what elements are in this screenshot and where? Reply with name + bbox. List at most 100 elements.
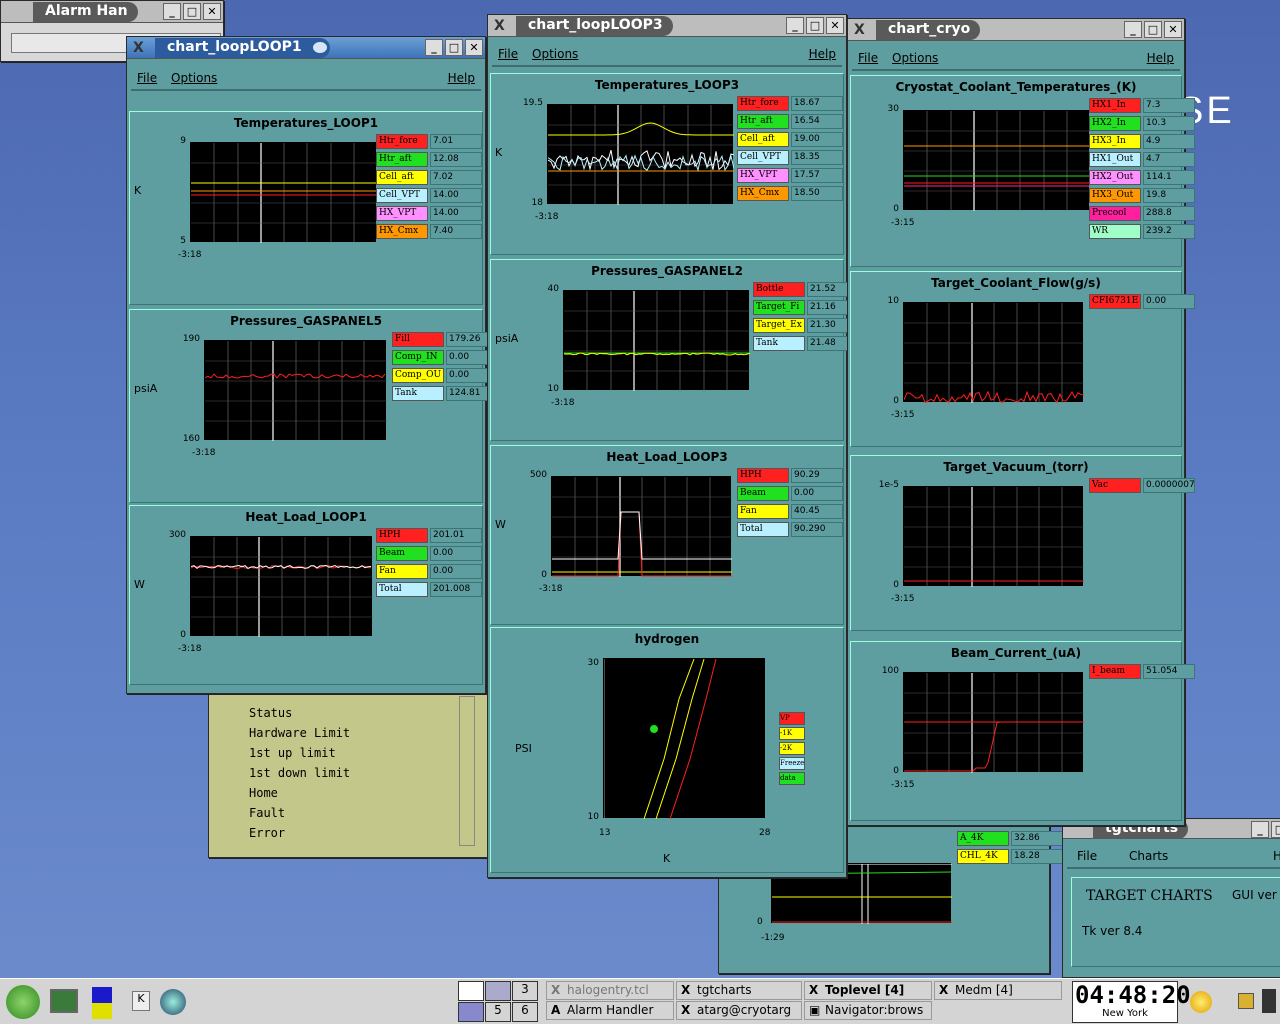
ws-5[interactable]: 5 (485, 1002, 511, 1022)
status-scrollbar[interactable] (459, 696, 475, 846)
tgt-menu-h[interactable]: H (1273, 849, 1280, 863)
legend-label[interactable]: A_4K (957, 831, 1009, 846)
task-tgtcharts[interactable]: Xtgtcharts (676, 981, 802, 1000)
legend-label[interactable]: Fan (376, 564, 428, 579)
legend-label[interactable]: HX_VPT (737, 168, 789, 183)
legend-label[interactable]: Beam (737, 486, 789, 501)
legend-label[interactable]: Htr_fore (737, 96, 789, 111)
legend-label[interactable]: HX_Cmx (376, 224, 428, 239)
task-navigator[interactable]: ▣ Navigator:brows (804, 1001, 932, 1020)
loop1-titlebar[interactable]: Xchart_loopLOOP1 _ □ ✕ (127, 37, 485, 59)
legend-label[interactable]: Htr_aft (737, 114, 789, 129)
legend-label[interactable]: Precool (1089, 206, 1141, 221)
loop1-temp-panel: Temperatures_LOOP1 K 9 5 -3:18 Htr_fore 7.01 Ht… (129, 111, 483, 305)
legend-label[interactable]: I_beam (1089, 664, 1141, 679)
loop3-titlebar[interactable]: Xchart_loopLOOP3 _ □ ✕ (488, 15, 846, 37)
legend-label[interactable]: HX2_Out (1089, 170, 1141, 185)
legend-label[interactable]: HX3_Out (1089, 188, 1141, 203)
legend-label[interactable]: Comp_OU (392, 368, 444, 383)
hyd-legend-item[interactable]: Freeze (779, 757, 805, 770)
konqueror-icon[interactable]: K (132, 991, 150, 1011)
maximize-button[interactable]: □ (183, 3, 201, 20)
close-button[interactable]: ✕ (826, 17, 844, 34)
minimize-button[interactable]: _ (163, 3, 181, 20)
legend-label[interactable]: Beam (376, 546, 428, 561)
legend-label[interactable]: Tank (753, 336, 805, 351)
legend-label[interactable]: Target_Ex (753, 318, 805, 333)
legend-label[interactable]: HX1_Out (1089, 152, 1141, 167)
legend-label[interactable]: CFI6731E (1089, 294, 1141, 309)
legend-label[interactable]: Bottle (753, 282, 805, 297)
hyd-legend-item[interactable]: -2K (779, 742, 805, 755)
y-min-label: 160 (178, 434, 200, 444)
legend-label[interactable]: Cell_VPT (376, 188, 428, 203)
legend-label[interactable]: Cell_aft (737, 132, 789, 147)
menu-help[interactable]: Help (448, 71, 475, 85)
ws-6[interactable]: 6 (512, 1002, 538, 1022)
legend-label[interactable]: HX2_In (1089, 116, 1141, 131)
minimize-button[interactable]: _ (425, 39, 443, 56)
desktop-icon[interactable] (50, 989, 78, 1013)
legend-label[interactable]: Htr_fore (376, 134, 428, 149)
hyd-legend-item[interactable]: data (779, 772, 805, 785)
browser-icon[interactable] (160, 989, 186, 1015)
minimize-button[interactable]: _ (1251, 821, 1269, 838)
legend-value: 32.86 (1011, 831, 1063, 846)
hyd-legend-item[interactable]: -1K (779, 727, 805, 740)
alarm-titlebar[interactable]: Alarm Han _ □ ✕ (1, 1, 223, 23)
tgt-menu-charts[interactable]: Charts (1129, 849, 1168, 863)
menu-file[interactable]: File (858, 51, 878, 65)
legend-label[interactable]: Tank (392, 386, 444, 401)
legend-label[interactable]: HX_VPT (376, 206, 428, 221)
workspace-icon[interactable] (92, 987, 112, 1019)
menu-file[interactable]: File (498, 47, 518, 61)
maximize-button[interactable]: □ (1144, 21, 1162, 38)
legend-label[interactable]: Fan (737, 504, 789, 519)
close-button[interactable]: ✕ (203, 3, 221, 20)
legend-label[interactable]: Target_Fi (753, 300, 805, 315)
menu-options[interactable]: Options (532, 47, 578, 61)
lock-icon[interactable] (1238, 993, 1254, 1009)
legend-label[interactable]: CHL_4K (957, 849, 1009, 864)
task-toplevel[interactable]: X Toplevel [4] (804, 981, 932, 1000)
legend-label[interactable]: Fill (392, 332, 444, 347)
legend-label[interactable]: Vac (1089, 478, 1141, 493)
maximize-button[interactable]: □ (445, 39, 463, 56)
legend-label[interactable]: HX1_In (1089, 98, 1141, 113)
legend-label[interactable]: HPH (737, 468, 789, 483)
legend-label[interactable]: WR (1089, 224, 1141, 239)
cryo-titlebar[interactable]: Xchart_cryo _ □ ✕ (848, 19, 1184, 41)
suse-start-icon[interactable] (6, 985, 40, 1019)
legend-label[interactable]: HX_Cmx (737, 186, 789, 201)
hyd-legend-item[interactable]: VP (779, 712, 805, 725)
legend-label[interactable]: Total (737, 522, 789, 537)
logout-icon[interactable] (1262, 989, 1276, 1013)
close-button[interactable]: ✕ (465, 39, 483, 56)
close-button[interactable]: ✕ (1164, 21, 1182, 38)
legend-label[interactable]: HPH (376, 528, 428, 543)
legend-label[interactable]: HX3_In (1089, 134, 1141, 149)
menu-options[interactable]: Options (171, 71, 217, 85)
legend-row: HX_VPT 17.57 (737, 168, 843, 183)
minimize-button[interactable]: _ (1124, 21, 1142, 38)
legend-label[interactable]: Htr_aft (376, 152, 428, 167)
menu-options[interactable]: Options (892, 51, 938, 65)
tgt-menu-file[interactable]: File (1077, 849, 1097, 863)
menu-help[interactable]: Help (809, 47, 836, 61)
legend-label[interactable]: Cell_aft (376, 170, 428, 185)
pager[interactable]: 3 5 6 (458, 981, 538, 1023)
menu-help[interactable]: Help (1147, 51, 1174, 65)
legend-label[interactable]: Total (376, 582, 428, 597)
ws-3[interactable]: 3 (512, 981, 538, 1001)
legend-label[interactable]: Comp_IN (392, 350, 444, 365)
maximize-button[interactable]: □ (1271, 821, 1280, 838)
maximize-button[interactable]: □ (806, 17, 824, 34)
clock[interactable]: 04:48:20 New York (1072, 981, 1178, 1023)
task-halogentry[interactable]: Xhalogentry.tcl (546, 981, 674, 1000)
legend-label[interactable]: Cell_VPT (737, 150, 789, 165)
minimize-button[interactable]: _ (786, 17, 804, 34)
task-terminal[interactable]: Xatarg@cryotarg (676, 1001, 802, 1020)
task-alarm-handler[interactable]: A Alarm Handler (546, 1001, 674, 1020)
menu-file[interactable]: File (137, 71, 157, 85)
task-medm[interactable]: X Medm [4] (934, 981, 1062, 1000)
